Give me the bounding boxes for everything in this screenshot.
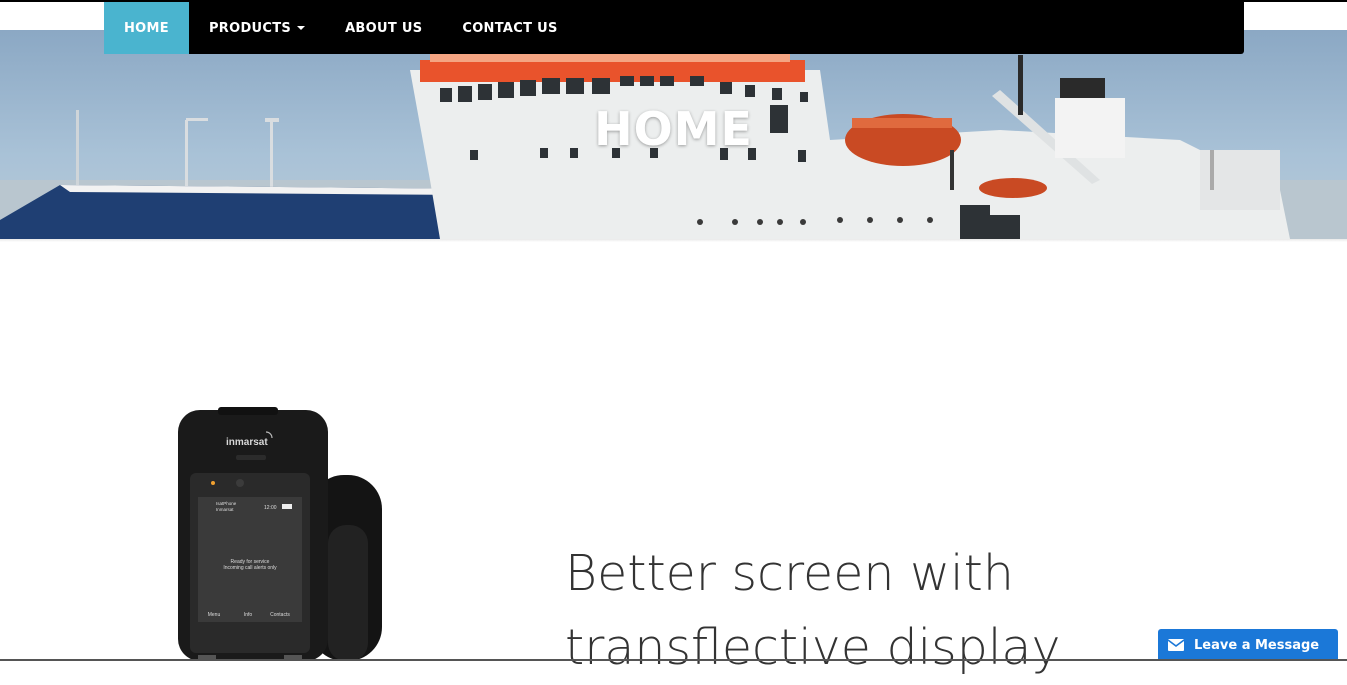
screen-line1: IsatPhone (216, 501, 237, 506)
nav-home[interactable]: HOME (104, 2, 189, 54)
nav-products[interactable]: PRODUCTS (189, 2, 325, 54)
leave-message-label: Leave a Message (1194, 637, 1320, 653)
screen-time: 12:00 (264, 505, 277, 511)
nav-products-label: PRODUCTS (208, 20, 292, 36)
screen-status2: Incoming call alerts only (223, 565, 277, 571)
softkey-info: Info (244, 612, 253, 618)
main-navbar: HOME PRODUCTS ABOUT US CONTACT US (104, 2, 1244, 54)
nav-about-us[interactable]: ABOUT US (325, 2, 442, 54)
satellite-phone-image: inmarsat IsatPhone Inmarsat 12:00 Ready … (170, 405, 390, 661)
softkey-menu: Menu (208, 612, 221, 618)
hero-divider (0, 239, 1347, 242)
nav-contact-label: CONTACT US (462, 20, 558, 36)
screen-line2: Inmarsat (216, 507, 234, 512)
hero-banner: HOME (0, 30, 1347, 239)
page-title: HOME (594, 102, 753, 156)
nav-contact-us[interactable]: CONTACT US (442, 2, 577, 54)
nav-about-label: ABOUT US (345, 20, 423, 36)
leave-message-button[interactable]: Leave a Message (1158, 629, 1338, 661)
nav-home-label: HOME (124, 20, 169, 36)
softkey-contacts: Contacts (270, 612, 290, 618)
chevron-down-icon (297, 26, 306, 30)
brand-label: inmarsat (226, 437, 268, 448)
feature-headline: Better screen with transflective display (565, 545, 1061, 676)
envelope-icon (1158, 639, 1194, 651)
